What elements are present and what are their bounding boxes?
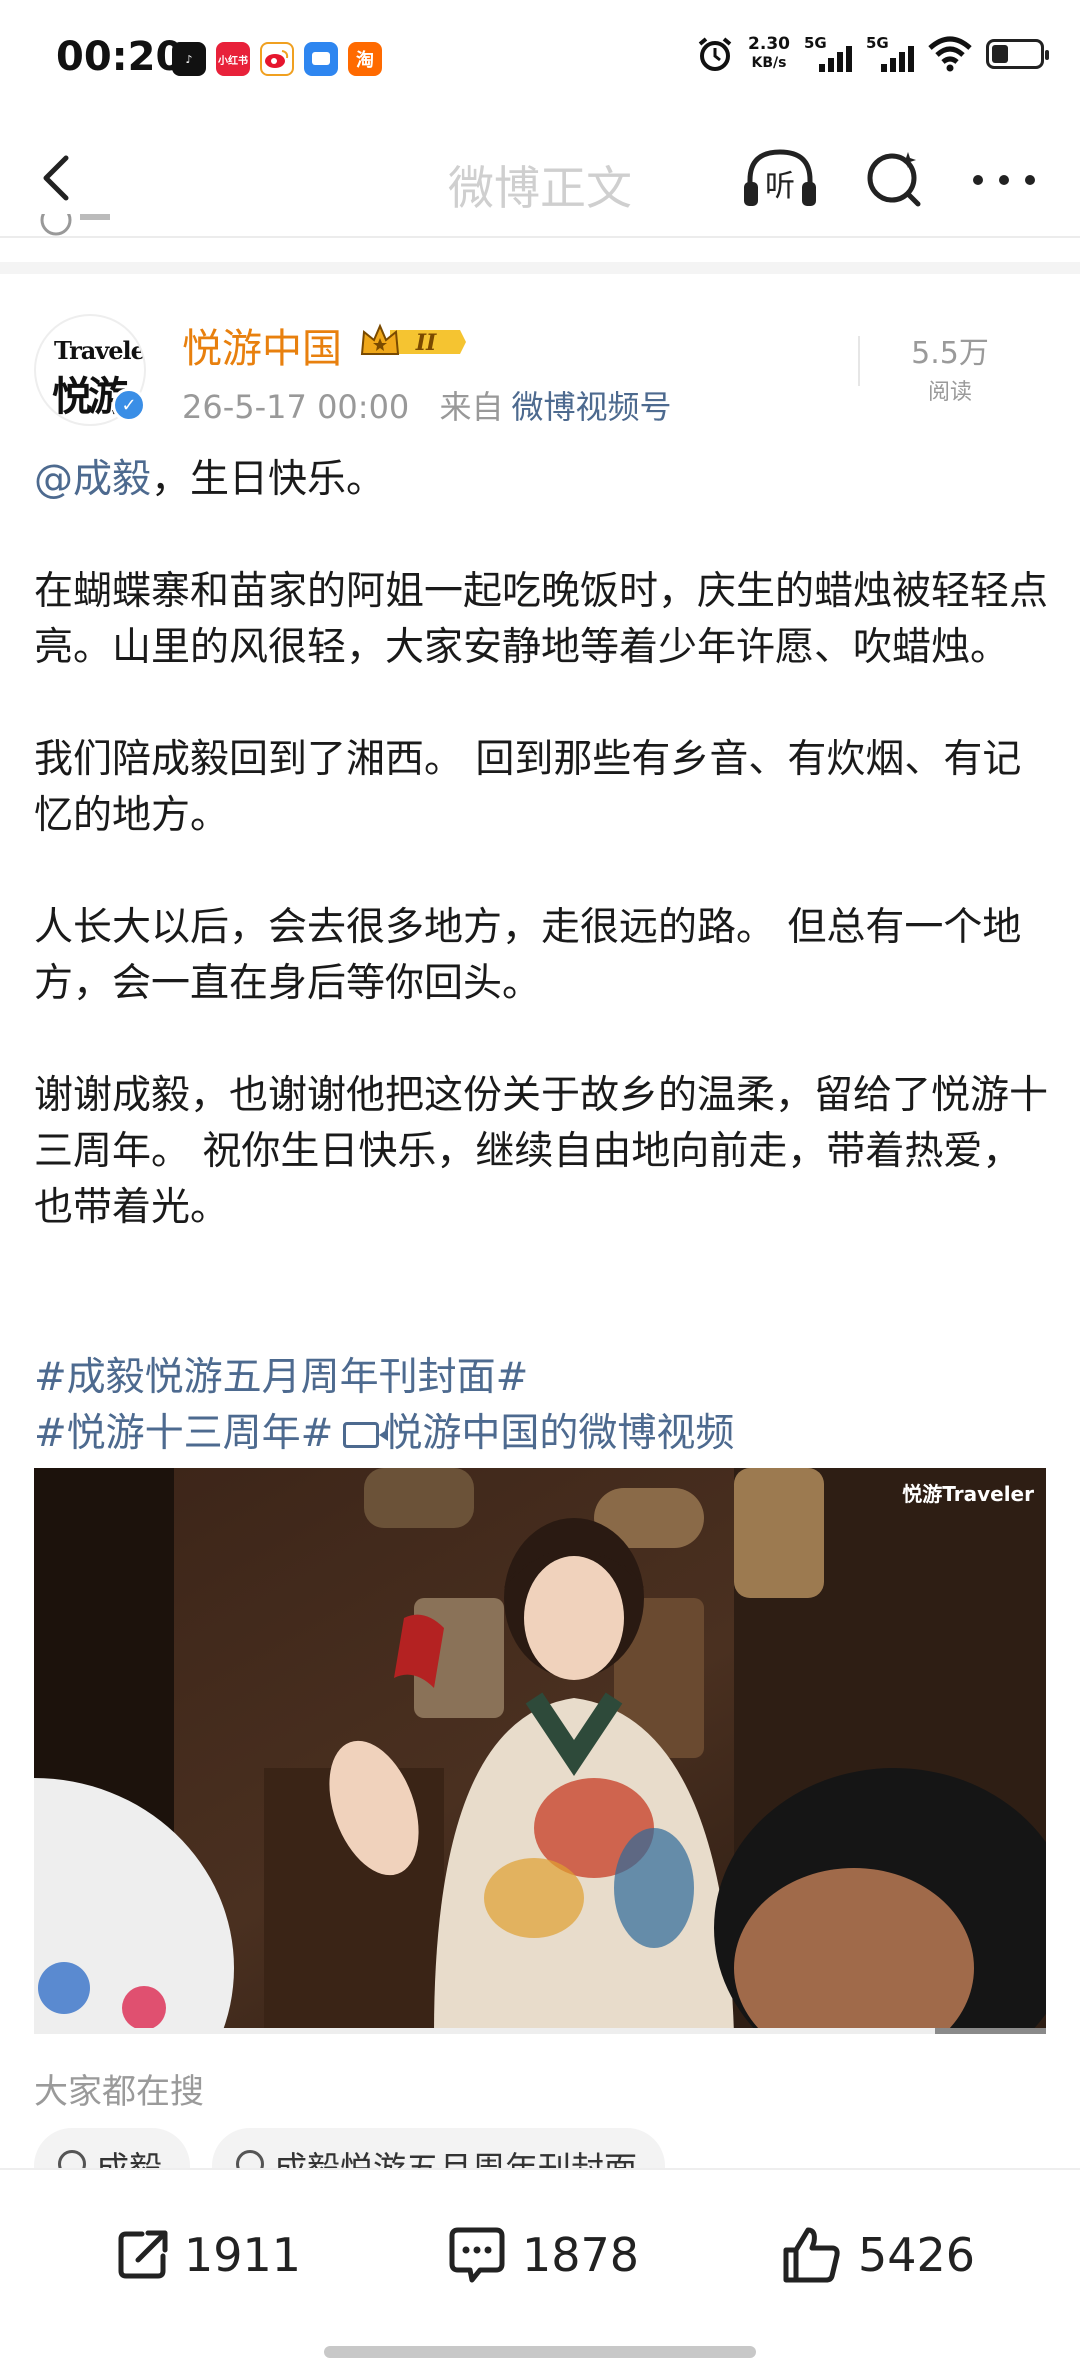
search-icon: [236, 2150, 264, 2168]
message-icon: [304, 42, 338, 76]
post-paragraph: @成毅，生日快乐。: [34, 457, 386, 502]
signal-1: 5G: [804, 34, 852, 74]
hashtags: #成毅悦游五月周年刊封面# #悦游十三周年# 悦游中国的微博视频: [34, 1350, 734, 1462]
system-indicators: 2.30 KB/s 5G 5G: [696, 34, 1049, 74]
signal-2: 5G: [866, 34, 914, 74]
search-icon: [867, 152, 921, 207]
member-crown-badge[interactable]: II: [360, 320, 470, 364]
repost-button[interactable]: 1911: [116, 2220, 301, 2290]
crown-icon: II: [360, 323, 466, 356]
battery-icon: [986, 39, 1049, 69]
read-count: 5.5万 阅读: [911, 336, 989, 405]
member-level: II: [415, 330, 437, 356]
section-divider: [0, 262, 1080, 274]
taobao-icon: 淘: [348, 42, 382, 76]
post-paragraph: 谢谢成毅，也谢谢他把这份关于故乡的温柔，留给了悦游十三周年。 祝你生日快乐，继续…: [34, 1073, 1049, 1230]
repost-count: 1911: [184, 2228, 302, 2282]
post-time: 26-5-17 00:00: [182, 388, 410, 426]
tiktok-icon: ♪: [172, 42, 206, 76]
post-paragraph: 我们陪成毅回到了湘西。 回到那些有乡音、有炊烟、有记忆的地方。: [34, 737, 1022, 838]
video-watermark: 悦游Traveler: [902, 1482, 1034, 1506]
source-prefix: 来自: [439, 388, 504, 426]
mention-link[interactable]: @成毅: [34, 457, 151, 502]
more-dots-icon: [973, 175, 1035, 185]
clock: 00:20: [56, 34, 184, 80]
listen-label: 听: [765, 169, 795, 204]
headphones-icon: 听: [744, 149, 816, 206]
xiaohongshu-icon: 小红书: [216, 42, 250, 76]
like-button[interactable]: 5426: [780, 2220, 975, 2290]
scrolled-content-edge: [36, 214, 116, 236]
post-paragraph: 在蝴蝶寨和苗家的阿姐一起吃晚饭时，庆生的蜡烛被轻轻点亮。山里的风很轻，大家安静地…: [34, 569, 1049, 670]
trending-search-chips: 成毅 成毅悦游五月周年刊封面: [34, 2128, 665, 2168]
hashtag-link[interactable]: #悦游十三周年#: [34, 1411, 333, 1456]
author-name[interactable]: 悦游中国: [182, 316, 342, 374]
post-source[interactable]: 微博视频号: [511, 388, 671, 426]
wifi-icon: [928, 36, 972, 72]
comment-icon: [449, 2227, 505, 2283]
status-bar: 00:20 ♪ 小红书 淘 2.30 KB/s 5G 5G: [0, 0, 1080, 120]
action-bar: 1911 1878 5426: [0, 2168, 1080, 2376]
comment-button[interactable]: 1878: [446, 2220, 639, 2290]
trending-search-title: 大家都在搜: [34, 2072, 204, 2112]
search-icon: [58, 2150, 86, 2168]
more-button[interactable]: [964, 144, 1044, 214]
verified-badge-icon: ✓: [112, 388, 146, 422]
share-icon: [118, 2230, 168, 2279]
notification-icons: ♪ 小红书 淘: [172, 42, 382, 76]
search-button[interactable]: [856, 144, 936, 214]
hashtag-link[interactable]: #成毅悦游五月周年刊封面#: [34, 1355, 528, 1400]
home-indicator[interactable]: [324, 2346, 756, 2358]
search-chip[interactable]: 成毅: [34, 2128, 190, 2168]
listen-button[interactable]: 听: [740, 144, 820, 214]
comment-count: 1878: [522, 2228, 640, 2282]
nav-bar: 微博正文 听: [0, 120, 1080, 236]
search-chip[interactable]: 成毅悦游五月周年刊封面: [212, 2128, 665, 2168]
post-paragraph: 人长大以后，会去很多地方，走很远的路。 但总有一个地方，会一直在身后等你回头。: [34, 905, 1022, 1006]
network-speed: 2.30 KB/s: [748, 34, 790, 72]
like-count: 5426: [858, 2228, 976, 2282]
nav-divider: [0, 236, 1080, 238]
video-player[interactable]: 悦游Traveler: [34, 1468, 1046, 2034]
post-body: @成毅，生日快乐。 在蝴蝶寨和苗家的阿姐一起吃晚饭时，庆生的蜡烛被轻轻点亮。山里…: [34, 452, 1048, 1236]
thumbs-up-icon: [783, 2227, 840, 2283]
video-progress-bar[interactable]: [34, 2028, 1046, 2034]
video-link[interactable]: 悦游中国的微博视频: [383, 1411, 734, 1456]
reads-divider: [858, 336, 860, 386]
alarm-icon: [698, 37, 732, 71]
weibo-icon: [260, 42, 294, 76]
video-link-icon: [343, 1422, 389, 1448]
video-frame: [34, 1468, 1046, 2034]
post-meta: 26-5-17 00:00 来自 微博视频号: [182, 382, 671, 428]
